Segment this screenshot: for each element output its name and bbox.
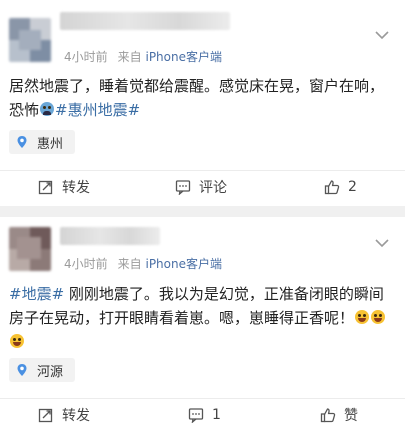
comment-count: 1 xyxy=(212,407,221,423)
avatar[interactable] xyxy=(9,18,51,62)
action-bar: 转发 评论 2 xyxy=(0,170,405,203)
post-text: 房子在晃动，打开眼睛看着崽。嗯，崽睡得正香呢！ xyxy=(9,309,355,327)
post-source-prefix: 来自 xyxy=(117,257,142,271)
post-text: 刚刚地震了。我以为是幻觉，正准备闭眼的瞬间 xyxy=(64,285,384,303)
chevron-down-icon[interactable] xyxy=(375,30,389,40)
location-pin-icon xyxy=(17,136,27,148)
post-meta: 4小时前 来自 iPhone客户端 xyxy=(64,255,222,272)
action-bar: 转发 1 赞 xyxy=(0,398,405,431)
like-label: 赞 xyxy=(344,408,358,424)
location-name: 河源 xyxy=(37,364,64,380)
location-name: 惠州 xyxy=(37,136,64,152)
post-source-prefix: 来自 xyxy=(117,50,142,64)
laughing-face-emoji-icon xyxy=(355,310,370,324)
post-text-line xyxy=(9,330,397,354)
username[interactable] xyxy=(60,227,160,245)
post-text-line: 房子在晃动，打开眼睛看着崽。嗯，崽睡得正香呢！ xyxy=(9,306,397,330)
repost-icon xyxy=(38,408,53,423)
comment-icon xyxy=(188,408,204,423)
post-source-app[interactable]: iPhone客户端 xyxy=(145,50,222,64)
location-tag[interactable]: 河源 xyxy=(9,358,76,382)
location-tag[interactable]: 惠州 xyxy=(9,130,76,154)
chevron-down-icon[interactable] xyxy=(375,238,389,248)
repost-label: 转发 xyxy=(62,180,90,196)
comment-button[interactable]: 1 xyxy=(188,399,221,431)
post-card: 4小时前 来自 iPhone客户端 居然地震了，睡着觉都给震醒。感觉床在晃，窗户在… xyxy=(0,0,405,206)
like-button[interactable]: 2 xyxy=(324,171,357,203)
fearful-face-emoji-icon xyxy=(40,102,55,116)
topic-link[interactable]: #地震# xyxy=(9,285,64,303)
thumbs-up-icon xyxy=(320,408,336,423)
post-text-line: #地震# 刚刚地震了。我以为是幻觉，正准备闭眼的瞬间 xyxy=(9,282,397,306)
thumbs-up-icon xyxy=(324,180,340,195)
post-time: 4小时前 xyxy=(64,257,108,271)
comment-icon xyxy=(175,180,191,195)
post-card: 4小时前 来自 iPhone客户端 #地震# 刚刚地震了。我以为是幻觉，正准备闭眼… xyxy=(0,217,405,439)
like-count: 2 xyxy=(348,179,357,195)
laughing-face-emoji-icon xyxy=(371,310,386,324)
repost-label: 转发 xyxy=(62,408,90,424)
post-time: 4小时前 xyxy=(64,50,108,64)
comment-button[interactable]: 评论 xyxy=(175,171,227,203)
post-content: 居然地震了，睡着觉都给震醒。感觉床在晃，窗户在响，恐怖 #惠州地震# xyxy=(9,74,397,122)
repost-button[interactable]: 转发 xyxy=(38,171,90,203)
laughing-face-emoji-icon xyxy=(10,334,24,348)
location-pin-icon xyxy=(17,364,27,376)
username[interactable] xyxy=(60,12,230,30)
like-button[interactable]: 赞 xyxy=(320,399,358,431)
repost-button[interactable]: 转发 xyxy=(38,399,90,431)
post-meta: 4小时前 来自 iPhone客户端 xyxy=(64,48,222,65)
post-source-app[interactable]: iPhone客户端 xyxy=(145,257,222,271)
repost-icon xyxy=(38,180,53,195)
comment-label: 评论 xyxy=(199,180,227,196)
topic-link[interactable]: #惠州地震# xyxy=(55,101,140,119)
avatar[interactable] xyxy=(9,227,51,271)
post-content: #地震# 刚刚地震了。我以为是幻觉，正准备闭眼的瞬间 房子在晃动，打开眼睛看着崽… xyxy=(9,282,397,354)
